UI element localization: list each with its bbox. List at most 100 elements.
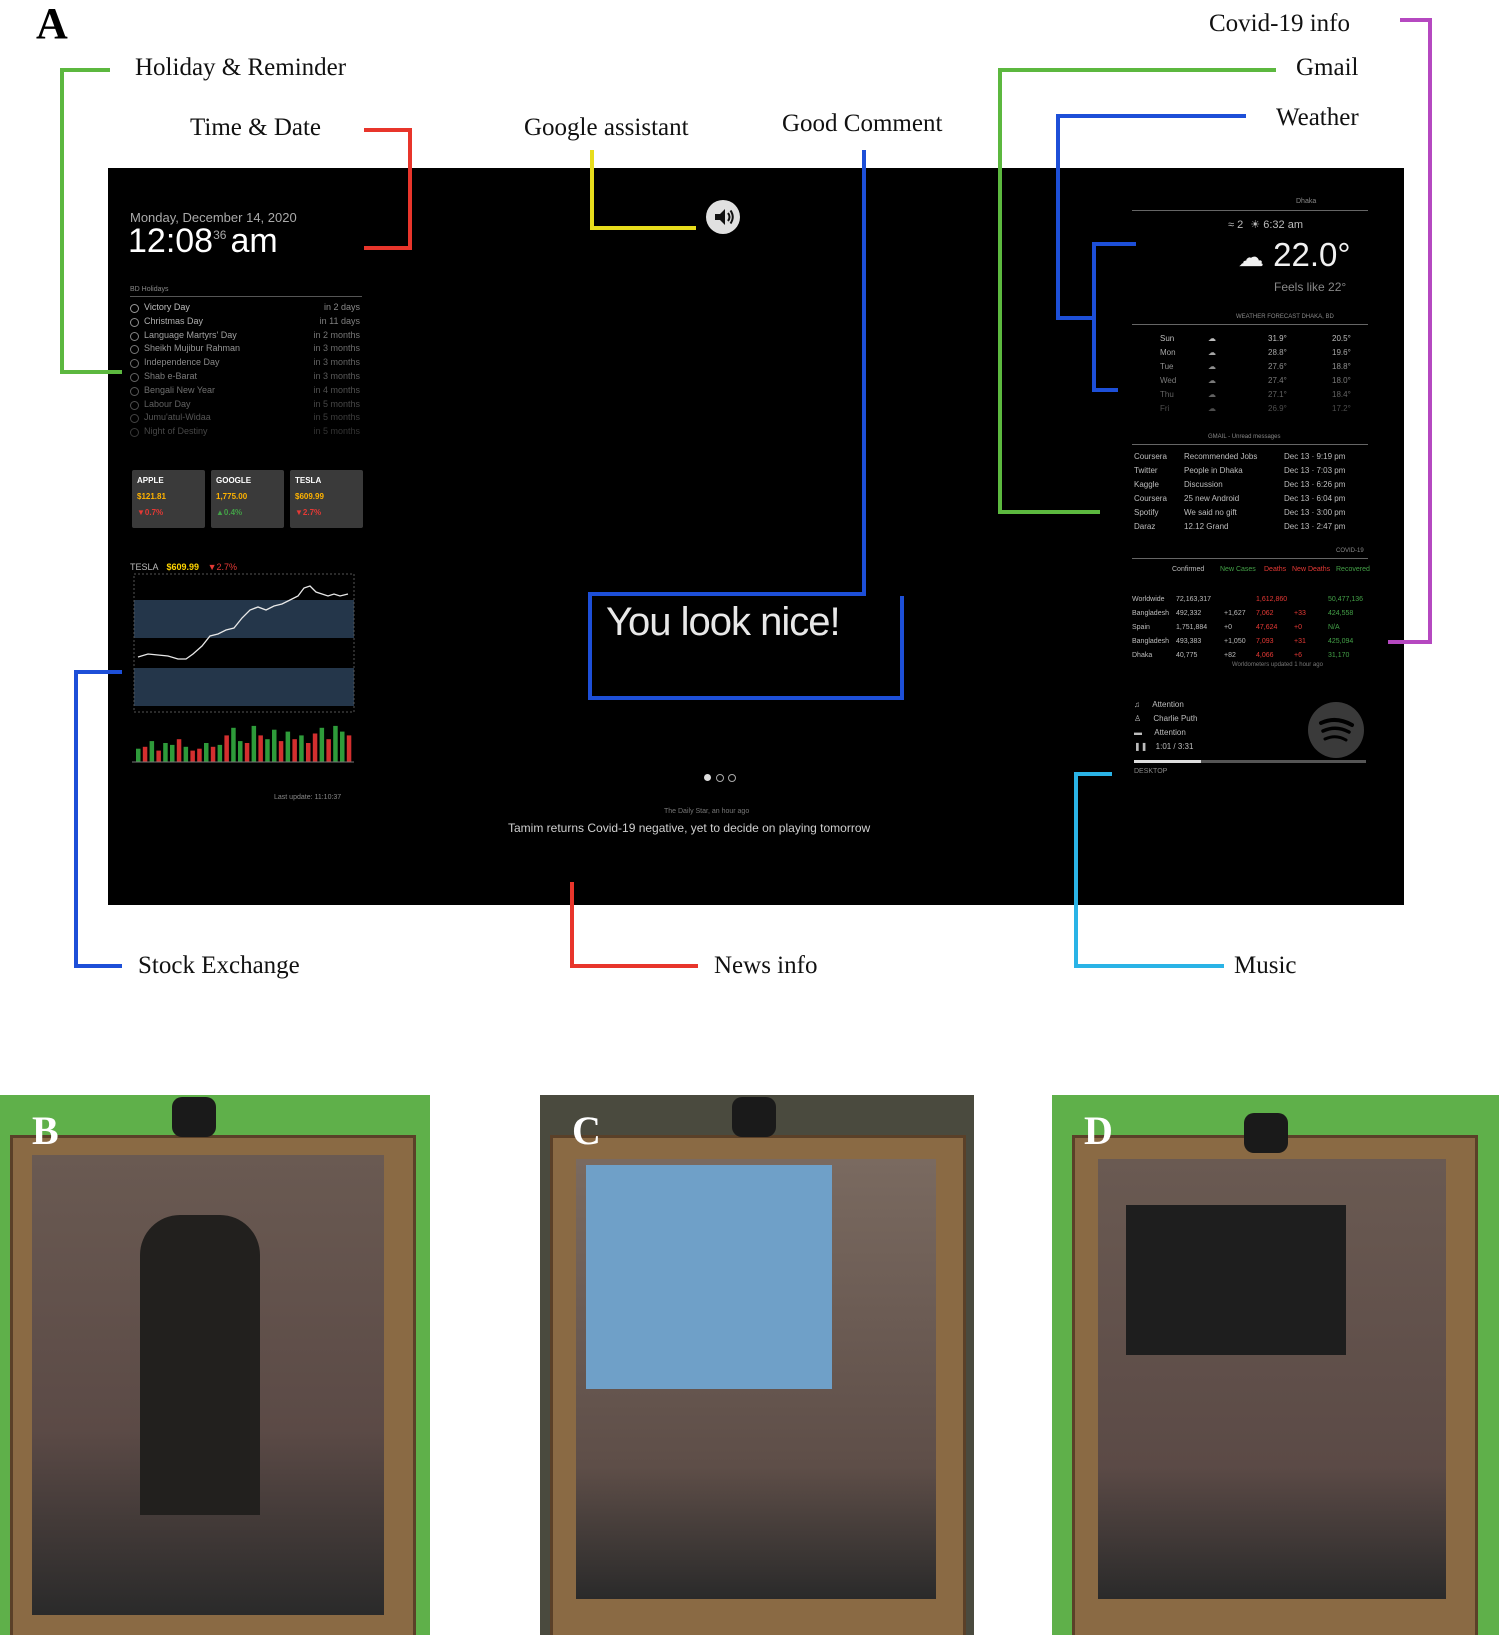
- covid-new-cases: +1,627: [1224, 610, 1246, 617]
- volume-bar: [197, 748, 202, 762]
- covid-deaths: 4,066: [1256, 652, 1274, 659]
- compliment-text: You look nice!: [606, 600, 841, 644]
- covid-col-confirmed: Confirmed: [1172, 566, 1205, 573]
- holiday-dot: [130, 414, 139, 424]
- volume-bar: [217, 744, 223, 762]
- gmail-sender: Kaggle: [1134, 480, 1159, 489]
- music-device: DESKTOP: [1134, 768, 1168, 775]
- clock-seconds: 36: [213, 228, 227, 242]
- covid-divider: [1132, 558, 1368, 559]
- callout-stock: Stock Exchange: [138, 952, 300, 979]
- photo-b: B: [0, 1095, 430, 1635]
- current-temp: 22.0°: [1273, 236, 1351, 273]
- volume-bar: [224, 735, 229, 762]
- holiday-when: in 3 months: [313, 357, 360, 368]
- covid-new-deaths: +33: [1294, 610, 1306, 617]
- gmail-row: Twitter People in Dhaka Dec 13 · 7:03 pm: [1134, 466, 1354, 480]
- callout-gmail: Gmail: [1296, 54, 1359, 81]
- wind-icon: ≈: [1228, 219, 1235, 231]
- forecast-high: 28.8°: [1268, 348, 1287, 357]
- map-display: [586, 1165, 832, 1389]
- gmail-row: Spotify We said no gift Dec 13 · 3:00 pm: [1134, 508, 1354, 522]
- holiday-name: Christmas Day: [144, 315, 204, 326]
- volume-bar: [333, 725, 338, 762]
- holiday-name: Labour Day: [144, 398, 191, 409]
- forecast-row: Tue ☁ 27.6° 18.8°: [1132, 362, 1351, 376]
- sunrise-icon: ☀: [1250, 219, 1261, 231]
- holiday-dot: [130, 386, 139, 396]
- volume-bar: [238, 741, 243, 762]
- music-note-icon: ♫: [1134, 700, 1140, 709]
- music-time-row: ❚❚ 1:01 / 3:31: [1134, 742, 1193, 756]
- holiday-row: Christmas Day in 11 days: [130, 316, 360, 330]
- holiday-name: Language Martyrs' Day: [144, 329, 237, 340]
- holiday-when: in 2 days: [323, 302, 360, 312]
- covid-country: Bangladesh: [1132, 610, 1169, 617]
- cloud-icon: ☁: [1238, 242, 1264, 272]
- speaker-button[interactable]: [706, 200, 740, 234]
- volume-bar: [340, 731, 345, 762]
- forecast-high: 27.6°: [1268, 362, 1287, 371]
- forecast-weather-icon: ☁: [1208, 376, 1216, 385]
- gmail-subject: 12.12 Grand: [1184, 522, 1229, 531]
- covid-new-deaths: +31: [1294, 638, 1306, 645]
- stock-chart: [132, 573, 355, 763]
- forecast-row: Wed ☁ 27.4° 18.0°: [1132, 376, 1351, 390]
- forecast-row: Mon ☁ 28.8° 19.6°: [1132, 348, 1351, 362]
- feels-like: Feels like 22°: [1274, 280, 1347, 294]
- holiday-when: in 2 months: [313, 329, 360, 340]
- stock-name: APPLE: [137, 476, 164, 485]
- holiday-when: in 4 months: [313, 384, 360, 395]
- panel-letter-b: B: [32, 1108, 59, 1153]
- volume-bar: [244, 743, 250, 762]
- gmail-subject: 25 new Android: [1184, 494, 1240, 503]
- covid-col-new-deaths: New Deaths: [1292, 566, 1331, 573]
- forecast-day: Thu: [1160, 390, 1174, 399]
- volume-bar: [346, 735, 352, 762]
- holiday-row: Labour Day in 5 months: [130, 399, 360, 413]
- covid-new-cases: +1,050: [1224, 638, 1246, 645]
- gmail-divider: [1132, 444, 1368, 445]
- music-time: 1:01 / 3:31: [1155, 742, 1194, 751]
- volume-bar: [272, 729, 277, 762]
- covid-column-headers: Confirmed New Cases Deaths New Deaths Re…: [1132, 566, 1370, 578]
- holiday-dot: [130, 345, 139, 355]
- camera-icon: [1244, 1113, 1288, 1153]
- covid-country: Worldwide: [1132, 596, 1165, 603]
- volume-bar: [183, 746, 189, 762]
- volume-bar: [265, 739, 270, 762]
- forecast-divider: [1132, 324, 1368, 325]
- callout-weather: Weather: [1276, 104, 1359, 131]
- volume-bar: [149, 741, 155, 762]
- holiday-dot: [130, 359, 139, 369]
- forecast-low: 18.8°: [1332, 362, 1351, 371]
- gmail-sender: Twitter: [1134, 466, 1158, 475]
- forecast-weather-icon: ☁: [1208, 334, 1216, 343]
- forecast-high: 27.4°: [1268, 376, 1287, 385]
- holiday-row: Sheikh Mujibur Rahman in 3 months: [130, 343, 360, 357]
- page-dot[interactable]: [716, 774, 724, 782]
- covid-recovered: 50,477,136: [1328, 596, 1364, 603]
- forecast-day: Wed: [1160, 376, 1177, 385]
- holiday-name: Victory Day: [144, 302, 190, 312]
- page-indicator[interactable]: [704, 773, 744, 783]
- holiday-row: Language Martyrs' Day in 2 months: [130, 330, 360, 344]
- music-progress-bar[interactable]: [1134, 760, 1366, 763]
- holiday-name: Shab e-Barat: [144, 371, 198, 381]
- page-dot[interactable]: [728, 774, 736, 782]
- volume-bar: [204, 743, 209, 762]
- gmail-subject: Recommended Jobs: [1184, 452, 1258, 461]
- forecast-weather-icon: ☁: [1208, 362, 1216, 371]
- spotify-icon: [1308, 702, 1364, 758]
- video-display: [1126, 1205, 1346, 1355]
- page-dot-active[interactable]: [704, 774, 711, 781]
- forecast-weather-icon: ☁: [1208, 348, 1216, 357]
- photo-d: D: [1052, 1095, 1499, 1635]
- gmail-date: Dec 13 · 2:47 pm: [1284, 522, 1346, 531]
- volume-bar: [210, 746, 216, 762]
- mirror-dashboard-screen: Monday, December 14, 2020 12:0836 am BD H…: [108, 168, 1404, 905]
- music-album-row: ▬ Attention: [1134, 728, 1186, 742]
- covid-deaths: 1,612,860: [1256, 596, 1288, 603]
- music-artist: Charlie Puth: [1153, 714, 1198, 723]
- holiday-row: Shab e-Barat in 3 months: [130, 371, 360, 385]
